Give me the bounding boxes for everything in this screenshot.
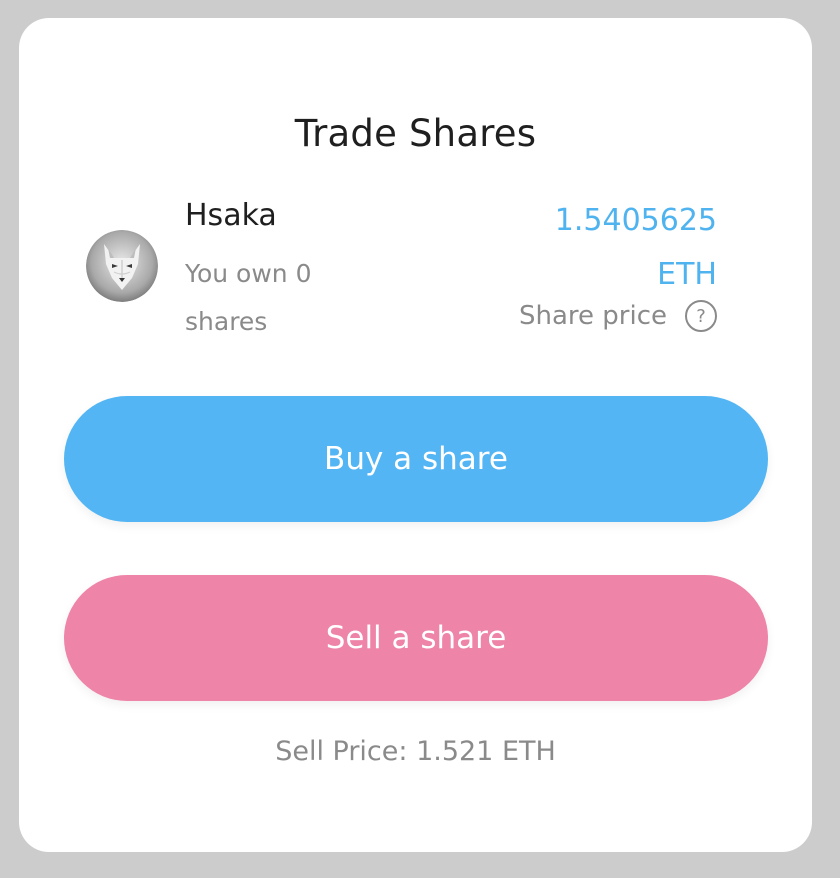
user-name: Hsaka xyxy=(185,198,277,233)
user-avatar xyxy=(86,230,158,302)
sell-share-button[interactable]: Sell a share xyxy=(64,575,768,701)
shares-owned-text: You own 0 shares xyxy=(185,259,312,336)
buy-share-button[interactable]: Buy a share xyxy=(64,396,768,522)
share-price-value: 1.5405625 ETH xyxy=(554,203,717,292)
help-circle-icon[interactable]: ? xyxy=(685,300,717,332)
trade-shares-modal: Trade Shares Hsaka You own 0 shares 1.54 xyxy=(19,18,812,852)
share-price-label: Share price xyxy=(518,301,667,331)
modal-title: Trade Shares xyxy=(294,112,537,155)
share-price-label-row: Share price ? xyxy=(519,300,717,332)
wolf-avatar-icon xyxy=(86,230,158,302)
sell-price-text: Sell Price: 1.521 ETH xyxy=(275,736,556,767)
